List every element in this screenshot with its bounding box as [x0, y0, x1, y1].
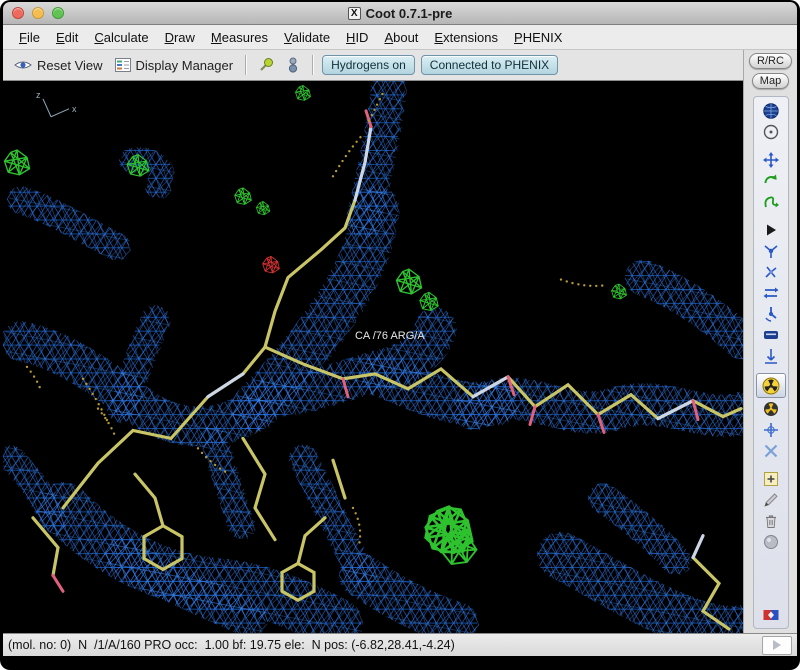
window-frame: X Coot 0.7.1-pre File Edit Calculate Dra… [3, 2, 797, 656]
torsion-icon[interactable] [757, 191, 785, 212]
reset-view-button[interactable]: Reset View [11, 56, 106, 75]
map-cross-icon[interactable] [757, 419, 785, 440]
reset-view-label: Reset View [37, 57, 103, 73]
radiation-selected-icon[interactable] [755, 373, 786, 398]
menu-calculate[interactable]: Calculate [86, 27, 156, 48]
close-window-button[interactable] [12, 7, 24, 19]
display-flag-icon[interactable] [757, 604, 785, 625]
x11-app-icon: X [347, 6, 361, 20]
chi-angles-icon[interactable] [757, 261, 785, 282]
eye-icon [14, 61, 32, 69]
molecule-button[interactable] [283, 55, 303, 75]
delete-icon[interactable] [757, 510, 785, 531]
go-to-atom-button[interactable] [255, 55, 277, 75]
menu-bar: File Edit Calculate Draw Measures Valida… [3, 25, 797, 50]
rotate-icon[interactable] [757, 170, 785, 191]
sphere-icon[interactable] [757, 531, 785, 552]
display-manager-label: Display Manager [135, 57, 234, 73]
molecule-icon [288, 57, 298, 73]
display-manager-button[interactable]: Display Manager [112, 56, 237, 75]
window-title-area: X Coot 0.7.1-pre [347, 5, 453, 21]
menu-about[interactable]: About [376, 27, 426, 48]
axis-x-label: x [72, 104, 77, 114]
status-bar: (mol. no: 0) N /1/A/160 PRO occ: 1.00 bf… [3, 633, 797, 656]
play-icon[interactable] [757, 219, 785, 240]
zoom-window-button[interactable] [52, 7, 64, 19]
recentre-icon[interactable] [757, 121, 785, 142]
right-panel: R/RC Map [743, 50, 797, 633]
menu-edit[interactable]: Edit [48, 27, 86, 48]
toolbar-separator [312, 55, 314, 75]
minimize-window-button[interactable] [32, 7, 44, 19]
menu-file[interactable]: File [11, 27, 48, 48]
flip-icon[interactable] [757, 282, 785, 303]
menu-phenix[interactable]: PHENIX [506, 27, 570, 48]
globe-icon[interactable] [757, 100, 785, 121]
menu-draw[interactable]: Draw [157, 27, 203, 48]
rrc-button[interactable]: R/RC [749, 53, 792, 69]
axis-z-label: z [36, 90, 41, 100]
axes-icon[interactable] [757, 345, 785, 366]
map-button[interactable]: Map [751, 73, 790, 89]
phenix-connection-button[interactable]: Connected to PHENIX [420, 55, 559, 75]
translate-icon[interactable] [757, 149, 785, 170]
menu-measures[interactable]: Measures [203, 27, 276, 48]
run-script-button[interactable] [762, 635, 792, 655]
rotamer-icon[interactable] [757, 303, 785, 324]
menu-extensions[interactable]: Extensions [426, 27, 506, 48]
tool-strip [752, 96, 789, 629]
residue-label: CA /76 ARG/A [355, 330, 425, 342]
add-atom-icon[interactable] [757, 468, 785, 489]
molecular-scene: x z CA /76 ARG/A [3, 81, 743, 633]
toolbar-separator [245, 55, 247, 75]
atom-icon[interactable] [757, 240, 785, 261]
side-chain-icon[interactable] [757, 324, 785, 345]
toolbar: Reset View Display Manager Hydrogens on … [3, 50, 743, 81]
content-row: Reset View Display Manager Hydrogens on … [3, 50, 797, 633]
graphics-canvas[interactable]: x z CA /76 ARG/A [3, 81, 743, 633]
menu-hid[interactable]: HID [338, 27, 376, 48]
menu-validate[interactable]: Validate [276, 27, 338, 48]
pencil-icon[interactable] [757, 489, 785, 510]
left-column: Reset View Display Manager Hydrogens on … [3, 50, 743, 633]
radiation-icon[interactable] [757, 398, 785, 419]
play-triangle-icon [773, 640, 781, 650]
status-text: (mol. no: 0) N /1/A/160 PRO occ: 1.00 bf… [8, 638, 455, 652]
window-controls [12, 7, 64, 19]
title-bar[interactable]: X Coot 0.7.1-pre [3, 2, 797, 25]
app-window: X Coot 0.7.1-pre File Edit Calculate Dra… [0, 0, 800, 670]
go-to-atom-icon [260, 58, 274, 71]
hydrogens-toggle-button[interactable]: Hydrogens on [322, 55, 415, 75]
display-manager-icon [114, 58, 131, 72]
clear-icon[interactable] [757, 440, 785, 461]
window-title: Coot 0.7.1-pre [365, 5, 453, 21]
